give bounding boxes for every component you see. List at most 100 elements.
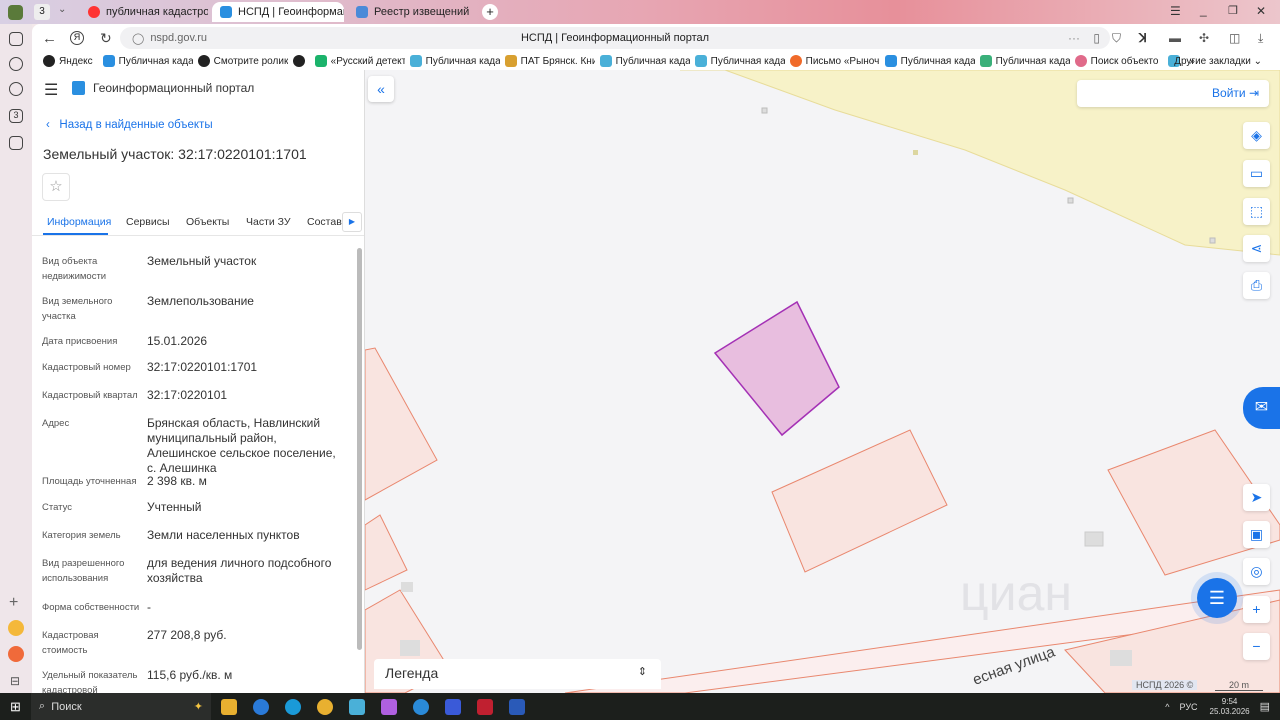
bookmark-icon	[599, 55, 612, 67]
extension-k-icon[interactable]: ꓘ	[1139, 31, 1147, 45]
tab-objects[interactable]: Объекты	[186, 216, 229, 228]
chrome-icon[interactable]	[316, 698, 333, 715]
hamburger-menu-icon[interactable]: ☰	[44, 80, 58, 100]
history-icon[interactable]	[9, 57, 23, 71]
tab-information[interactable]: Информация	[47, 216, 111, 228]
scrollbar[interactable]	[357, 248, 362, 650]
bookmark-item[interactable]: Яндекс	[38, 55, 98, 67]
bookmark-item[interactable]: Публичная кадас	[98, 55, 193, 67]
layers-button[interactable]: ◈	[1243, 122, 1270, 149]
bookmark-item[interactable]: Письмо «Рыночн	[785, 55, 880, 67]
zoom-in-button[interactable]: +	[1243, 596, 1270, 623]
restore-button[interactable]: ❐	[1228, 4, 1238, 17]
building	[1110, 650, 1132, 666]
notifications-icon[interactable]: ▤	[1260, 700, 1270, 713]
app-icon[interactable]	[380, 698, 397, 715]
tabs-dropdown-icon[interactable]: ⌄	[58, 4, 66, 15]
yandex-home-icon[interactable]: Я	[70, 31, 84, 45]
tab-registry[interactable]: Реестр извещений	[348, 2, 473, 22]
select-area-button[interactable]: ⬚	[1243, 198, 1270, 225]
taskbar-search[interactable]: ⌕ Поиск ✦	[30, 693, 211, 720]
share-button[interactable]: ⋖	[1243, 235, 1270, 262]
minimap-button[interactable]: ▣	[1243, 521, 1270, 548]
collections-icon[interactable]	[9, 32, 23, 46]
point	[913, 150, 918, 155]
ie-icon[interactable]	[252, 698, 269, 715]
bookmark-item[interactable]: Публичная кадас	[880, 55, 975, 67]
app-icon[interactable]	[476, 698, 493, 715]
start-button[interactable]: ⊞	[10, 699, 21, 715]
protect-icon[interactable]: ⛉	[1112, 31, 1121, 46]
print-button[interactable]: ⎙	[1243, 272, 1270, 299]
tab-composition[interactable]: Состав	[307, 216, 342, 228]
bookmark-item[interactable]: «Русский детекти	[310, 55, 405, 67]
more-icon[interactable]: ···	[1068, 31, 1080, 45]
bookmark-item[interactable]: Публичная кадас	[690, 55, 785, 67]
clock[interactable]: 9:54 25.03.2026	[1210, 697, 1250, 717]
telegram-icon[interactable]	[412, 698, 429, 715]
extensions-icon[interactable]: ✣	[1199, 31, 1209, 45]
new-tab-button[interactable]: +	[482, 4, 498, 20]
tab-counter[interactable]: 3	[34, 4, 50, 20]
tabs-scroll-right-button[interactable]: ▶	[342, 212, 362, 232]
taskbar: ⊞ ⌕ Поиск ✦ ^ РУС 9:54 25.03.2026 ▤	[0, 693, 1280, 720]
language-indicator[interactable]: РУС	[1180, 702, 1198, 712]
other-bookmarks-button[interactable]: Другие закладки ⌄	[1174, 56, 1262, 67]
legend-panel[interactable]: Легенда ⇕	[374, 659, 661, 689]
reload-icon[interactable]: ↻	[100, 30, 112, 47]
feedback-button[interactable]: ✉	[1243, 387, 1280, 429]
profile-icon[interactable]	[8, 5, 23, 20]
browser-tab-bar: 3 ⌄ публичная кадастровая НСПД | Геоинфо…	[0, 0, 1280, 24]
edge-icon[interactable]	[284, 698, 301, 715]
favorite-star-button[interactable]: ☆	[42, 173, 70, 201]
login-button[interactable]: Войти ⇥	[1077, 80, 1269, 107]
portal-title: Геоинформационный портал	[93, 81, 255, 95]
menu-icon[interactable]: ☰	[1170, 4, 1181, 18]
download-icon[interactable]: ⤓	[1258, 31, 1263, 46]
bookmark-item[interactable]: Публичная кадас	[405, 55, 500, 67]
collapse-sidebar-icon[interactable]: ⊟	[10, 674, 20, 688]
tray-chevron-icon[interactable]: ^	[1165, 702, 1169, 712]
expand-icon: ⇕	[637, 666, 647, 678]
screenshot-icon[interactable]	[9, 136, 23, 150]
sidebar-icon[interactable]: ◫	[1229, 31, 1240, 45]
address-bar-row: ← Я ↻ ◯ nspd.gov.ru НСПД | Геоинформацио…	[32, 24, 1280, 52]
add-icon[interactable]: +	[9, 594, 18, 612]
bookmark-icon	[694, 55, 707, 67]
yandex-browser-icon[interactable]	[444, 698, 461, 715]
tab-services[interactable]: Сервисы	[126, 216, 170, 228]
collapse-panel-button[interactable]: «	[368, 76, 394, 102]
minimize-button[interactable]: _	[1200, 3, 1207, 17]
zoom-out-button[interactable]: −	[1243, 633, 1270, 660]
close-window-button[interactable]: ✕	[1256, 4, 1266, 18]
chat-button[interactable]: ☰	[1197, 578, 1237, 618]
selected-parcel[interactable]	[713, 300, 840, 437]
geolocation-button[interactable]: ◎	[1243, 558, 1270, 585]
scale-bar: 20 m	[1215, 680, 1263, 691]
back-to-results-link[interactable]: ‹ Назад в найденные объекты	[46, 119, 213, 131]
bookmark-item[interactable]	[288, 55, 310, 67]
extension-icon[interactable]: ▬	[1169, 31, 1181, 45]
locate-button[interactable]: ➤	[1243, 484, 1270, 511]
tab-parts[interactable]: Части ЗУ	[246, 216, 291, 228]
avatar-icon[interactable]	[8, 620, 24, 636]
bookmark-item[interactable]: ПАТ Брянск. Кни	[500, 55, 595, 67]
bookmark-item[interactable]: Смотрите ролики	[193, 55, 288, 67]
app-icon[interactable]	[348, 698, 365, 715]
explorer-icon[interactable]	[220, 698, 237, 715]
bookmark-item[interactable]: Публичная кадас	[975, 55, 1070, 67]
play-icon[interactable]	[9, 82, 23, 96]
tab-search[interactable]: публичная кадастровая	[80, 2, 208, 22]
map-canvas: циан есная улица	[365, 70, 1280, 693]
map-view[interactable]: циан есная улица « Войти ⇥ Легенда ⇕ НСПД…	[365, 70, 1280, 693]
app-3-icon[interactable]: 3	[9, 109, 23, 123]
bookmark-item[interactable]: Поиск объекто	[1070, 55, 1164, 67]
tab-nspd[interactable]: НСПД | Геоинформаци✕	[212, 2, 344, 22]
ruler-button[interactable]: ▭	[1243, 160, 1270, 187]
word-icon[interactable]	[508, 698, 525, 715]
back-icon[interactable]: ←	[42, 30, 57, 47]
app-icon[interactable]	[8, 646, 24, 662]
url-field[interactable]: ◯ nspd.gov.ru НСПД | Геоинформационный п…	[120, 27, 1110, 49]
bookmark-item[interactable]: Публичная кадас	[595, 55, 690, 67]
bookmark-icon[interactable]: ▯	[1093, 31, 1100, 45]
